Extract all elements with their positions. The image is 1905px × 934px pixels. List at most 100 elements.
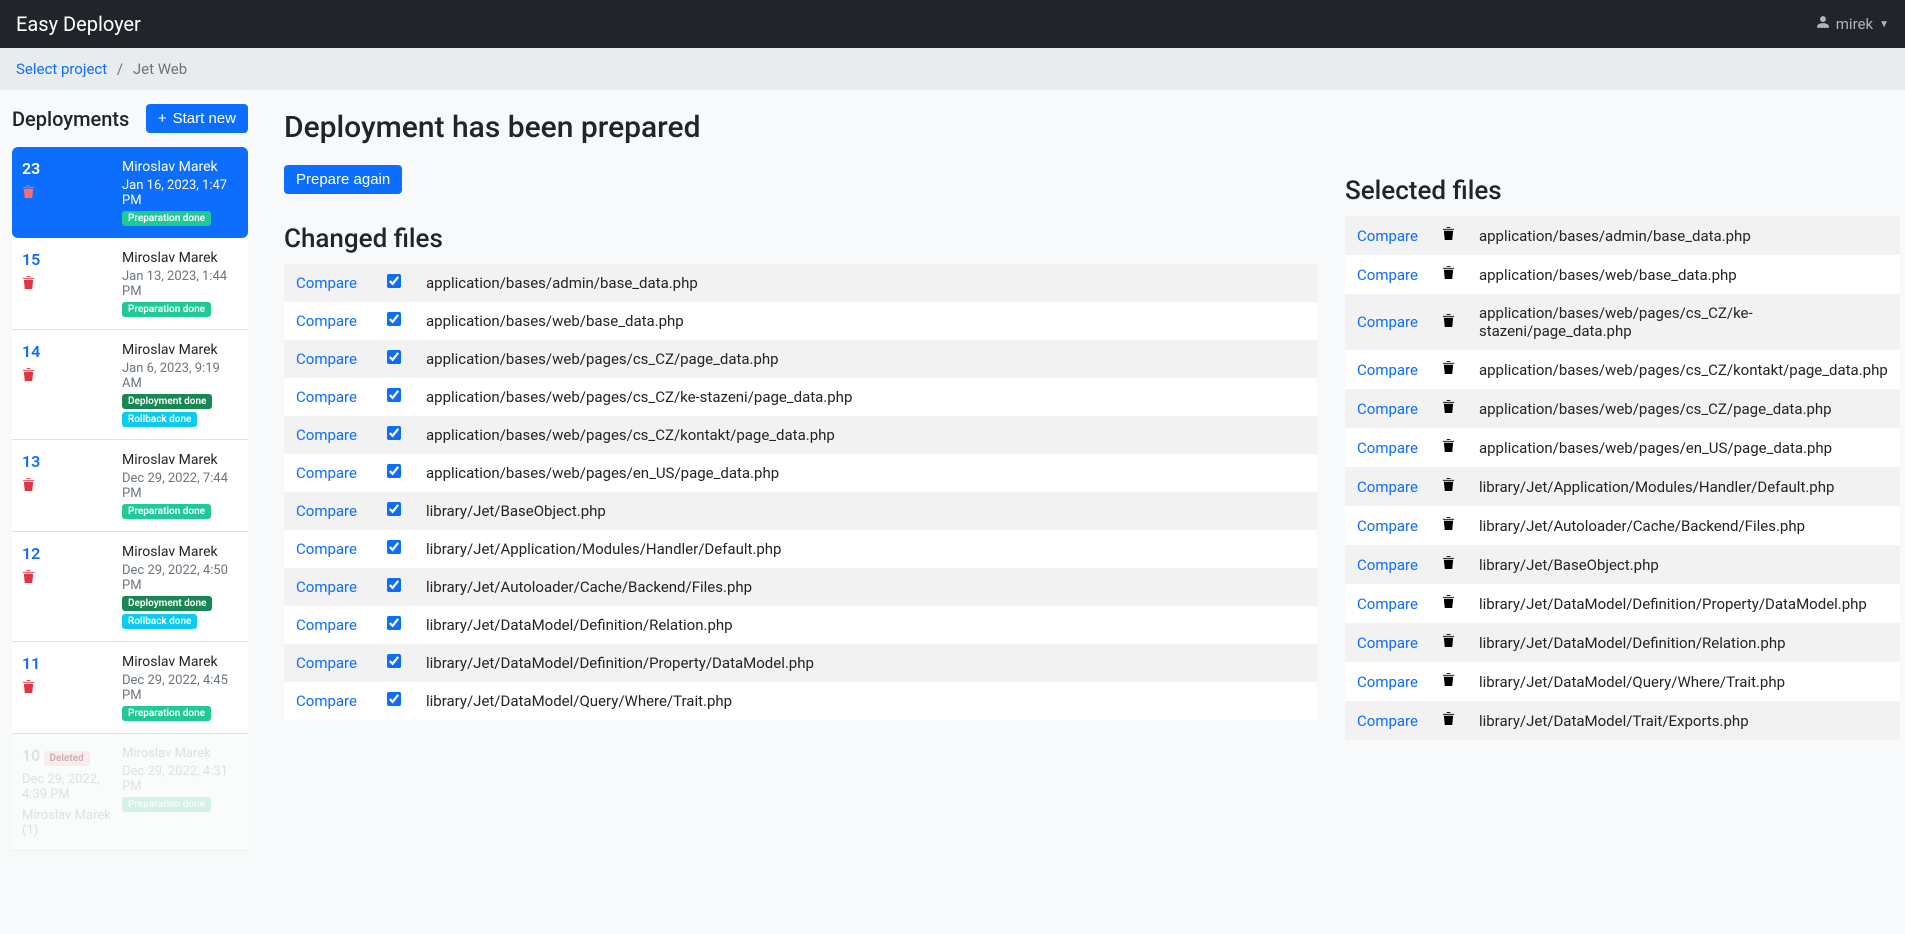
- compare-link[interactable]: Compare: [1345, 545, 1430, 584]
- file-checkbox[interactable]: [387, 464, 401, 478]
- delete-icon[interactable]: [22, 679, 122, 698]
- delete-icon[interactable]: [22, 184, 122, 203]
- remove-file-icon[interactable]: [1430, 506, 1467, 545]
- file-checkbox[interactable]: [387, 426, 401, 440]
- breadcrumb-current: Jet Web: [133, 60, 187, 78]
- file-checkbox[interactable]: [387, 312, 401, 326]
- remove-file-icon[interactable]: [1430, 294, 1467, 350]
- file-path: library/Jet/Autoloader/Cache/Backend/Fil…: [414, 568, 1317, 606]
- delete-icon[interactable]: [22, 275, 122, 294]
- file-checkbox[interactable]: [387, 616, 401, 630]
- deployment-item[interactable]: 15 Miroslav Marek Jan 13, 2023, 1:44 PM …: [12, 238, 248, 330]
- remove-file-icon[interactable]: [1430, 389, 1467, 428]
- file-checkbox[interactable]: [387, 388, 401, 402]
- file-checkbox[interactable]: [387, 540, 401, 554]
- caret-down-icon: ▼: [1879, 19, 1889, 30]
- changed-file-row: Compare library/Jet/DataModel/Query/Wher…: [284, 682, 1317, 720]
- delete-icon[interactable]: [22, 477, 122, 496]
- compare-link[interactable]: Compare: [284, 302, 374, 340]
- compare-link[interactable]: Compare: [284, 530, 374, 568]
- status-badge: Preparation done: [122, 302, 211, 317]
- remove-file-icon[interactable]: [1430, 545, 1467, 584]
- deployment-item-deleted: 10 Deleted Dec 29, 2022, 4:39 PM Mirosla…: [12, 734, 248, 851]
- deployment-date: Jan 6, 2023, 9:19 AM: [122, 361, 238, 391]
- changed-file-row: Compare library/Jet/DataModel/Definition…: [284, 644, 1317, 682]
- deployment-item[interactable]: 13 Miroslav Marek Dec 29, 2022, 7:44 PM …: [12, 440, 248, 532]
- compare-link[interactable]: Compare: [1345, 350, 1430, 389]
- compare-link[interactable]: Compare: [284, 378, 374, 416]
- compare-link[interactable]: Compare: [1345, 701, 1430, 740]
- deployment-date: Jan 16, 2023, 1:47 PM: [122, 178, 238, 208]
- file-checkbox[interactable]: [387, 350, 401, 364]
- start-new-button[interactable]: + Start new: [146, 104, 248, 133]
- remove-file-icon[interactable]: [1430, 701, 1467, 740]
- remove-file-icon[interactable]: [1430, 623, 1467, 662]
- selected-file-row: Compare application/bases/web/pages/cs_C…: [1345, 389, 1900, 428]
- changed-file-row: Compare application/bases/web/base_data.…: [284, 302, 1317, 340]
- deployment-item[interactable]: 11 Miroslav Marek Dec 29, 2022, 4:45 PM …: [12, 642, 248, 734]
- prepare-again-button[interactable]: Prepare again: [284, 165, 402, 194]
- compare-link[interactable]: Compare: [284, 264, 374, 302]
- deployment-author: Miroslav Marek: [122, 342, 238, 358]
- deployment-number: 14: [22, 342, 122, 361]
- compare-link[interactable]: Compare: [284, 340, 374, 378]
- deployment-date: Jan 13, 2023, 1:44 PM: [122, 269, 238, 299]
- remove-file-icon[interactable]: [1430, 428, 1467, 467]
- breadcrumb: Select project / Jet Web: [0, 48, 1905, 90]
- compare-link[interactable]: Compare: [1345, 662, 1430, 701]
- compare-link[interactable]: Compare: [284, 568, 374, 606]
- delete-icon[interactable]: [22, 569, 122, 588]
- compare-link[interactable]: Compare: [284, 416, 374, 454]
- file-checkbox[interactable]: [387, 692, 401, 706]
- deployment-item[interactable]: 14 Miroslav Marek Jan 6, 2023, 9:19 AM D…: [12, 330, 248, 440]
- status-badge: Preparation done: [122, 797, 211, 812]
- remove-file-icon[interactable]: [1430, 584, 1467, 623]
- file-checkbox[interactable]: [387, 654, 401, 668]
- selected-file-row: Compare library/Jet/Application/Modules/…: [1345, 467, 1900, 506]
- selected-file-row: Compare library/Jet/DataModel/Query/Wher…: [1345, 662, 1900, 701]
- compare-link[interactable]: Compare: [284, 606, 374, 644]
- compare-link[interactable]: Compare: [284, 492, 374, 530]
- compare-link[interactable]: Compare: [1345, 389, 1430, 428]
- status-badge: Preparation done: [122, 211, 211, 226]
- delete-icon[interactable]: [22, 367, 122, 386]
- remove-file-icon[interactable]: [1430, 467, 1467, 506]
- file-path: library/Jet/BaseObject.php: [414, 492, 1317, 530]
- compare-link[interactable]: Compare: [1345, 584, 1430, 623]
- deleted-badge: Deleted: [44, 751, 90, 766]
- deployment-item[interactable]: 12 Miroslav Marek Dec 29, 2022, 4:50 PM …: [12, 532, 248, 642]
- user-menu[interactable]: mirek ▼: [1816, 15, 1889, 33]
- compare-link[interactable]: Compare: [284, 454, 374, 492]
- remove-file-icon[interactable]: [1430, 255, 1467, 294]
- file-checkbox[interactable]: [387, 578, 401, 592]
- status-badge: Rollback done: [122, 614, 197, 629]
- compare-link[interactable]: Compare: [1345, 216, 1430, 255]
- deployment-item[interactable]: 23 Miroslav Marek Jan 16, 2023, 1:47 PM …: [12, 147, 248, 238]
- remove-file-icon[interactable]: [1430, 662, 1467, 701]
- file-checkbox[interactable]: [387, 274, 401, 288]
- compare-link[interactable]: Compare: [284, 644, 374, 682]
- compare-link[interactable]: Compare: [1345, 467, 1430, 506]
- file-path: application/bases/web/pages/cs_CZ/ke-sta…: [1467, 294, 1900, 350]
- file-path: library/Jet/DataModel/Query/Where/Trait.…: [414, 682, 1317, 720]
- selected-file-row: Compare application/bases/web/pages/cs_C…: [1345, 350, 1900, 389]
- deployments-title: Deployments: [12, 107, 129, 131]
- compare-link[interactable]: Compare: [1345, 623, 1430, 662]
- compare-link[interactable]: Compare: [284, 682, 374, 720]
- selected-file-row: Compare library/Jet/DataModel/Definition…: [1345, 584, 1900, 623]
- selected-file-row: Compare application/bases/web/pages/cs_C…: [1345, 294, 1900, 350]
- file-path: application/bases/web/pages/en_US/page_d…: [1467, 428, 1900, 467]
- file-path: application/bases/web/pages/cs_CZ/ke-sta…: [414, 378, 1317, 416]
- remove-file-icon[interactable]: [1430, 216, 1467, 255]
- compare-link[interactable]: Compare: [1345, 428, 1430, 467]
- compare-link[interactable]: Compare: [1345, 294, 1430, 350]
- file-checkbox[interactable]: [387, 502, 401, 516]
- compare-link[interactable]: Compare: [1345, 255, 1430, 294]
- app-brand: Easy Deployer: [16, 12, 141, 36]
- breadcrumb-link[interactable]: Select project: [16, 60, 107, 78]
- remove-file-icon[interactable]: [1430, 350, 1467, 389]
- changed-files-title: Changed files: [284, 224, 1317, 254]
- compare-link[interactable]: Compare: [1345, 506, 1430, 545]
- deployment-author: Miroslav Marek: [122, 654, 238, 670]
- changed-file-row: Compare application/bases/web/pages/cs_C…: [284, 378, 1317, 416]
